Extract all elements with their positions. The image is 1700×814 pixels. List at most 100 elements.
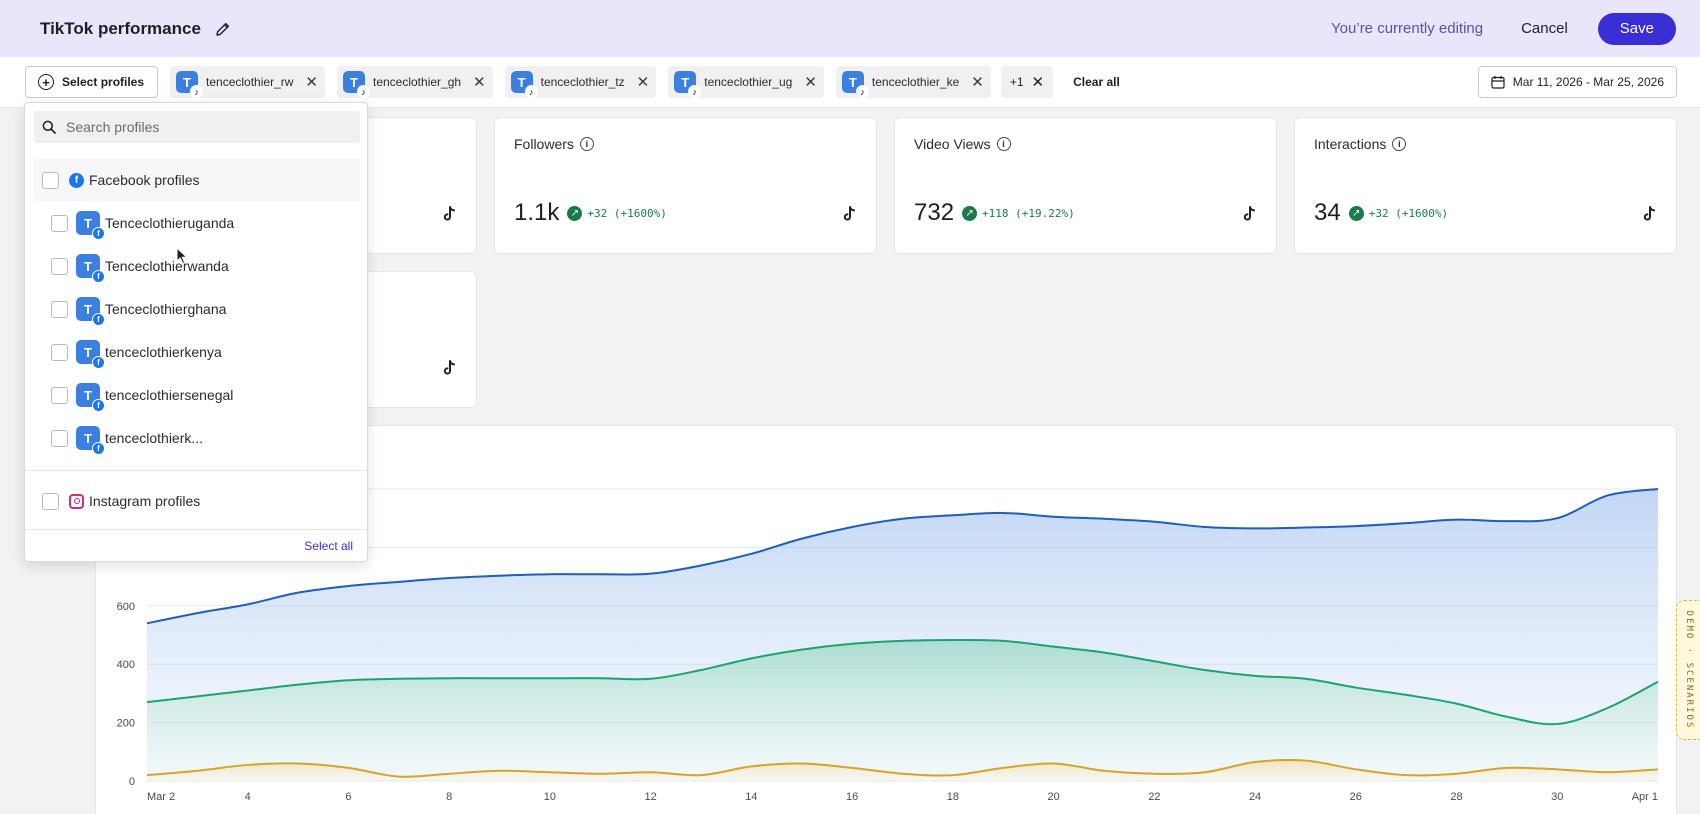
tiktok-icon bbox=[843, 206, 855, 221]
close-icon[interactable]: ✕ bbox=[804, 73, 817, 91]
avatar: T ♪ bbox=[510, 71, 538, 98]
arrow-up-right-icon: ↗ bbox=[567, 205, 583, 221]
close-icon[interactable]: ✕ bbox=[305, 73, 318, 91]
profile-name: Tenceclothierghana bbox=[105, 301, 227, 317]
mouse-cursor-icon bbox=[176, 247, 188, 265]
facebook-icon: f bbox=[69, 172, 84, 188]
tiktok-icon bbox=[443, 206, 455, 221]
metric-value: 34 bbox=[1314, 199, 1341, 226]
list-item[interactable]: Tf tenceclothierkenya bbox=[51, 337, 222, 369]
metric-title: Video Views bbox=[914, 136, 991, 152]
profile-chip-label: tenceclothier_rw bbox=[206, 75, 294, 89]
list-item[interactable]: Tf Tenceclothierwanda bbox=[51, 251, 229, 283]
y-tick-label: 400 bbox=[117, 659, 135, 671]
facebook-icon: f bbox=[92, 270, 105, 283]
profile-chip[interactable]: T ♪ tenceclothier_rw ✕ bbox=[170, 66, 325, 98]
pencil-icon[interactable] bbox=[215, 21, 231, 37]
avatar: Tf bbox=[76, 211, 105, 240]
facebook-profiles-group[interactable]: f Facebook profiles bbox=[34, 159, 360, 201]
profile-chip[interactable]: T ♪ tenceclothier_gh ✕ bbox=[336, 66, 493, 98]
metric-change: +32 (+1600%) bbox=[587, 206, 667, 220]
avatar: Tf bbox=[76, 426, 105, 455]
list-item[interactable]: Tf Tenceclothierghana bbox=[51, 294, 227, 326]
profile-search bbox=[34, 111, 360, 143]
profile-checkbox[interactable] bbox=[51, 343, 68, 361]
tiktok-icon bbox=[443, 360, 455, 375]
metric-change: +32 (+1600%) bbox=[1368, 206, 1449, 220]
info-icon[interactable]: i bbox=[1392, 137, 1407, 151]
tiktok-icon: ♪ bbox=[190, 85, 204, 98]
clear-all-button[interactable]: Clear all bbox=[1073, 75, 1120, 89]
demo-scenarios-label: DEMO · SCENARIOS bbox=[1683, 610, 1694, 730]
info-icon[interactable]: i bbox=[579, 137, 594, 151]
profile-checkbox[interactable] bbox=[51, 429, 68, 447]
avatar: Tf bbox=[76, 254, 105, 283]
search-input[interactable] bbox=[66, 119, 346, 135]
group-checkbox[interactable] bbox=[42, 171, 59, 189]
x-tick-label: 30 bbox=[1551, 791, 1563, 803]
arrow-up-right-icon: ↗ bbox=[962, 205, 978, 221]
close-icon[interactable]: ✕ bbox=[1032, 73, 1045, 91]
facebook-icon: f bbox=[92, 356, 105, 369]
x-tick-label: 26 bbox=[1350, 791, 1362, 803]
x-tick-label: 10 bbox=[544, 791, 556, 803]
profile-chip-label: tenceclothier_ke bbox=[871, 75, 960, 89]
profile-name: Tenceclothieruganda bbox=[105, 215, 235, 231]
group-label: Facebook profiles bbox=[89, 172, 200, 188]
metric-value: 732 bbox=[914, 199, 955, 226]
close-icon[interactable]: ✕ bbox=[473, 73, 486, 91]
facebook-icon: f bbox=[92, 442, 105, 455]
instagram-profiles-group[interactable]: Instagram profiles bbox=[34, 480, 360, 522]
x-tick-label: 12 bbox=[645, 791, 657, 803]
x-tick-label: 18 bbox=[947, 791, 959, 803]
divider bbox=[25, 529, 367, 530]
x-tick-label: 16 bbox=[846, 791, 858, 803]
list-item[interactable]: Tf tenceclothiersenegal bbox=[51, 380, 233, 412]
avatar: Tf bbox=[76, 297, 105, 326]
metric-card-video-views: Video Views i 732 ↗ +118 (+19.22%) bbox=[894, 117, 1277, 254]
x-tick-label: Mar 2 bbox=[147, 791, 175, 803]
date-range-picker[interactable]: Mar 11, 2026 - Mar 25, 2026 bbox=[1477, 66, 1677, 98]
more-profiles-chip[interactable]: +1 ✕ bbox=[1000, 66, 1054, 98]
save-button[interactable]: Save bbox=[1597, 12, 1676, 45]
profile-checkbox[interactable] bbox=[51, 257, 68, 275]
profile-chip[interactable]: T ♪ tenceclothier_ke ✕ bbox=[835, 66, 991, 98]
list-item[interactable]: Tf tenceclothierk... bbox=[51, 423, 203, 455]
x-tick-label: 6 bbox=[345, 791, 351, 803]
info-icon[interactable]: i bbox=[996, 137, 1011, 151]
close-icon[interactable]: ✕ bbox=[637, 73, 650, 91]
profile-chip[interactable]: T ♪ tenceclothier_ug ✕ bbox=[668, 66, 824, 98]
more-profiles-count: +1 bbox=[1009, 75, 1024, 89]
x-tick-label: 4 bbox=[245, 791, 251, 803]
y-tick-label: 200 bbox=[117, 718, 135, 730]
facebook-icon: f bbox=[92, 399, 105, 412]
tiktok-icon bbox=[1243, 206, 1255, 221]
metric-title: Followers bbox=[514, 136, 574, 152]
x-tick-label: 28 bbox=[1450, 791, 1462, 803]
y-tick-label: 600 bbox=[117, 601, 135, 613]
x-tick-label: 20 bbox=[1047, 791, 1059, 803]
select-all-button[interactable]: Select all bbox=[304, 539, 353, 553]
search-icon bbox=[42, 120, 56, 134]
profile-checkbox[interactable] bbox=[51, 300, 68, 318]
profile-chip[interactable]: T ♪ tenceclothier_tz ✕ bbox=[504, 66, 657, 98]
y-tick-label: 0 bbox=[129, 776, 135, 788]
plus-circle-icon: + bbox=[38, 74, 54, 90]
select-profiles-button[interactable]: + Select profiles bbox=[25, 66, 159, 98]
group-checkbox[interactable] bbox=[42, 492, 59, 510]
metric-title: Interactions bbox=[1314, 136, 1387, 152]
profile-checkbox[interactable] bbox=[51, 214, 68, 232]
profile-chip-label: tenceclothier_gh bbox=[372, 75, 462, 89]
demo-scenarios-tab[interactable]: DEMO · SCENARIOS bbox=[1676, 600, 1700, 740]
profile-checkbox[interactable] bbox=[51, 386, 68, 404]
metric-card-interactions: Interactions i 34 ↗ +32 (+1600%) bbox=[1294, 117, 1677, 254]
x-tick-label: 24 bbox=[1249, 791, 1261, 803]
arrow-up-right-icon: ↗ bbox=[1348, 205, 1364, 221]
close-icon[interactable]: ✕ bbox=[971, 73, 984, 91]
profile-name: tenceclothierkenya bbox=[105, 344, 222, 360]
profile-selector-dropdown: f Facebook profiles Tf Tenceclothierugan… bbox=[24, 102, 368, 562]
divider bbox=[25, 470, 367, 471]
metric-card-followers: Followers i 1.1k ↗ +32 (+1600%) bbox=[494, 117, 877, 254]
list-item[interactable]: Tf Tenceclothieruganda bbox=[51, 208, 235, 240]
cancel-button[interactable]: Cancel bbox=[1507, 12, 1582, 45]
